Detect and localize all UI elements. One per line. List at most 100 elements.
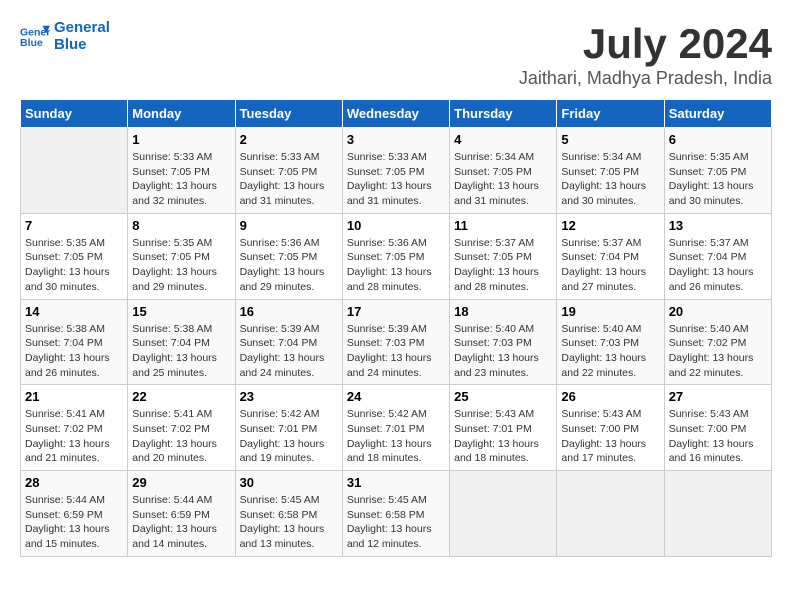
calendar-cell: 3 Sunrise: 5:33 AMSunset: 7:05 PMDaylight… (342, 128, 449, 214)
day-info: Sunrise: 5:36 AMSunset: 7:05 PMDaylight:… (347, 236, 445, 295)
day-number: 25 (454, 389, 552, 404)
day-number: 11 (454, 218, 552, 233)
calendar-cell: 22Sunrise: 5:41 AMSunset: 7:02 PMDayligh… (128, 385, 235, 471)
day-number: 27 (669, 389, 767, 404)
calendar-table: SundayMondayTuesdayWednesdayThursdayFrid… (20, 99, 772, 557)
day-header-wednesday: Wednesday (342, 100, 449, 128)
day-info: Sunrise: 5:34 AMSunset: 7:05 PMDaylight:… (561, 150, 659, 209)
calendar-cell: 19 Sunrise: 5:40 AMSunset: 7:03 PMDayligh… (557, 299, 664, 385)
day-number: 2 (240, 132, 338, 147)
day-number: 28 (25, 475, 123, 490)
day-number: 12 (561, 218, 659, 233)
calendar-cell: 16 Sunrise: 5:39 AMSunset: 7:04 PMDayligh… (235, 299, 342, 385)
day-info: Sunrise: 5:33 AMSunset: 7:05 PMDaylight:… (132, 150, 230, 209)
day-number: 16 (240, 304, 338, 319)
day-header-saturday: Saturday (664, 100, 771, 128)
calendar-body: 1 Sunrise: 5:33 AMSunset: 7:05 PMDaylight… (21, 128, 772, 557)
day-info: Sunrise: 5:37 AMSunset: 7:05 PMDaylight:… (454, 236, 552, 295)
day-info: Sunrise: 5:35 AMSunset: 7:05 PMDaylight:… (132, 236, 230, 295)
calendar-header-row: SundayMondayTuesdayWednesdayThursdayFrid… (21, 100, 772, 128)
calendar-cell: 21Sunrise: 5:41 AMSunset: 7:02 PMDayligh… (21, 385, 128, 471)
calendar-cell: 4 Sunrise: 5:34 AMSunset: 7:05 PMDaylight… (450, 128, 557, 214)
day-info: Sunrise: 5:36 AMSunset: 7:05 PMDaylight:… (240, 236, 338, 295)
logo: General Blue General Blue (20, 20, 110, 53)
day-number: 6 (669, 132, 767, 147)
day-number: 13 (669, 218, 767, 233)
day-number: 8 (132, 218, 230, 233)
calendar-cell (664, 471, 771, 557)
day-info: Sunrise: 5:44 AMSunset: 6:59 PMDaylight:… (132, 493, 230, 552)
day-info: Sunrise: 5:38 AMSunset: 7:04 PMDaylight:… (132, 322, 230, 381)
day-info: Sunrise: 5:40 AMSunset: 7:03 PMDaylight:… (454, 322, 552, 381)
calendar-cell: 12 Sunrise: 5:37 AMSunset: 7:04 PMDayligh… (557, 213, 664, 299)
month-year-title: July 2024 (519, 20, 772, 68)
day-header-tuesday: Tuesday (235, 100, 342, 128)
calendar-cell: 11 Sunrise: 5:37 AMSunset: 7:05 PMDayligh… (450, 213, 557, 299)
day-header-monday: Monday (128, 100, 235, 128)
day-number: 29 (132, 475, 230, 490)
day-number: 19 (561, 304, 659, 319)
day-info: Sunrise: 5:37 AMSunset: 7:04 PMDaylight:… (669, 236, 767, 295)
calendar-cell: 25 Sunrise: 5:43 AMSunset: 7:01 PMDayligh… (450, 385, 557, 471)
day-header-sunday: Sunday (21, 100, 128, 128)
calendar-cell: 28 Sunrise: 5:44 AMSunset: 6:59 PMDayligh… (21, 471, 128, 557)
calendar-week-row: 21Sunrise: 5:41 AMSunset: 7:02 PMDayligh… (21, 385, 772, 471)
day-header-thursday: Thursday (450, 100, 557, 128)
day-info: Sunrise: 5:38 AMSunset: 7:04 PMDaylight:… (25, 322, 123, 381)
day-info: Sunrise: 5:43 AMSunset: 7:00 PMDaylight:… (669, 407, 767, 466)
day-info: Sunrise: 5:40 AMSunset: 7:03 PMDaylight:… (561, 322, 659, 381)
day-number: 20 (669, 304, 767, 319)
day-info: Sunrise: 5:35 AMSunset: 7:05 PMDaylight:… (25, 236, 123, 295)
calendar-week-row: 28 Sunrise: 5:44 AMSunset: 6:59 PMDayligh… (21, 471, 772, 557)
day-number: 30 (240, 475, 338, 490)
day-number: 7 (25, 218, 123, 233)
calendar-cell (557, 471, 664, 557)
day-number: 15 (132, 304, 230, 319)
calendar-cell: 26Sunrise: 5:43 AMSunset: 7:00 PMDayligh… (557, 385, 664, 471)
day-number: 4 (454, 132, 552, 147)
calendar-cell: 7 Sunrise: 5:35 AMSunset: 7:05 PMDaylight… (21, 213, 128, 299)
day-info: Sunrise: 5:37 AMSunset: 7:04 PMDaylight:… (561, 236, 659, 295)
day-number: 24 (347, 389, 445, 404)
calendar-cell: 1 Sunrise: 5:33 AMSunset: 7:05 PMDaylight… (128, 128, 235, 214)
day-number: 31 (347, 475, 445, 490)
calendar-week-row: 14 Sunrise: 5:38 AMSunset: 7:04 PMDayligh… (21, 299, 772, 385)
day-info: Sunrise: 5:33 AMSunset: 7:05 PMDaylight:… (240, 150, 338, 209)
day-number: 18 (454, 304, 552, 319)
day-number: 3 (347, 132, 445, 147)
day-info: Sunrise: 5:34 AMSunset: 7:05 PMDaylight:… (454, 150, 552, 209)
day-info: Sunrise: 5:39 AMSunset: 7:03 PMDaylight:… (347, 322, 445, 381)
calendar-cell: 30 Sunrise: 5:45 AMSunset: 6:58 PMDayligh… (235, 471, 342, 557)
calendar-cell: 29 Sunrise: 5:44 AMSunset: 6:59 PMDayligh… (128, 471, 235, 557)
day-info: Sunrise: 5:40 AMSunset: 7:02 PMDaylight:… (669, 322, 767, 381)
day-number: 22 (132, 389, 230, 404)
calendar-cell: 2 Sunrise: 5:33 AMSunset: 7:05 PMDaylight… (235, 128, 342, 214)
header: General Blue General Blue July 2024 Jait… (20, 20, 772, 89)
calendar-cell: 5Sunrise: 5:34 AMSunset: 7:05 PMDaylight… (557, 128, 664, 214)
day-info: Sunrise: 5:35 AMSunset: 7:05 PMDaylight:… (669, 150, 767, 209)
calendar-cell: 9Sunrise: 5:36 AMSunset: 7:05 PMDaylight… (235, 213, 342, 299)
calendar-cell: 31 Sunrise: 5:45 AMSunset: 6:58 PMDayligh… (342, 471, 449, 557)
calendar-cell: 18 Sunrise: 5:40 AMSunset: 7:03 PMDayligh… (450, 299, 557, 385)
svg-text:Blue: Blue (20, 37, 43, 49)
day-number: 17 (347, 304, 445, 319)
day-number: 1 (132, 132, 230, 147)
day-number: 14 (25, 304, 123, 319)
calendar-cell: 8 Sunrise: 5:35 AMSunset: 7:05 PMDaylight… (128, 213, 235, 299)
location-subtitle: Jaithari, Madhya Pradesh, India (519, 68, 772, 89)
calendar-cell: 17 Sunrise: 5:39 AMSunset: 7:03 PMDayligh… (342, 299, 449, 385)
calendar-cell (450, 471, 557, 557)
calendar-cell: 23Sunrise: 5:42 AMSunset: 7:01 PMDayligh… (235, 385, 342, 471)
day-info: Sunrise: 5:33 AMSunset: 7:05 PMDaylight:… (347, 150, 445, 209)
day-info: Sunrise: 5:39 AMSunset: 7:04 PMDaylight:… (240, 322, 338, 381)
calendar-cell: 20 Sunrise: 5:40 AMSunset: 7:02 PMDayligh… (664, 299, 771, 385)
day-info: Sunrise: 5:45 AMSunset: 6:58 PMDaylight:… (347, 493, 445, 552)
day-info: Sunrise: 5:45 AMSunset: 6:58 PMDaylight:… (240, 493, 338, 552)
day-info: Sunrise: 5:43 AMSunset: 7:01 PMDaylight:… (454, 407, 552, 466)
calendar-cell: 14 Sunrise: 5:38 AMSunset: 7:04 PMDayligh… (21, 299, 128, 385)
day-info: Sunrise: 5:44 AMSunset: 6:59 PMDaylight:… (25, 493, 123, 552)
calendar-week-row: 1 Sunrise: 5:33 AMSunset: 7:05 PMDaylight… (21, 128, 772, 214)
calendar-cell: 27 Sunrise: 5:43 AMSunset: 7:00 PMDayligh… (664, 385, 771, 471)
day-info: Sunrise: 5:42 AMSunset: 7:01 PMDaylight:… (347, 407, 445, 466)
day-info: Sunrise: 5:43 AMSunset: 7:00 PMDaylight:… (561, 407, 659, 466)
